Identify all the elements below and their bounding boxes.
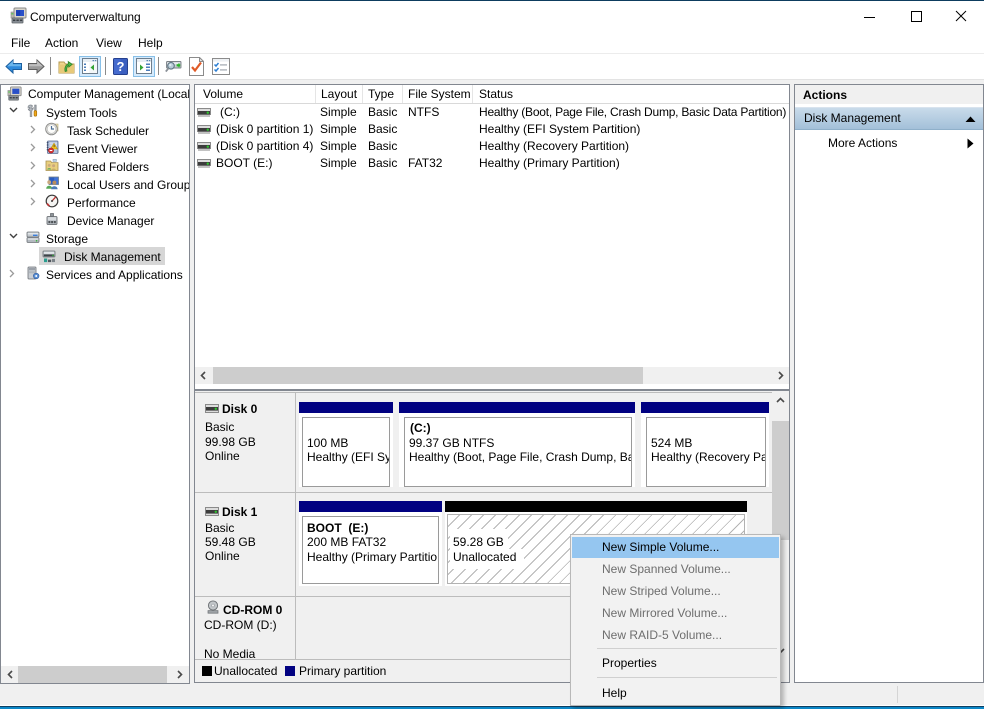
svg-text:?: ?	[117, 59, 125, 74]
